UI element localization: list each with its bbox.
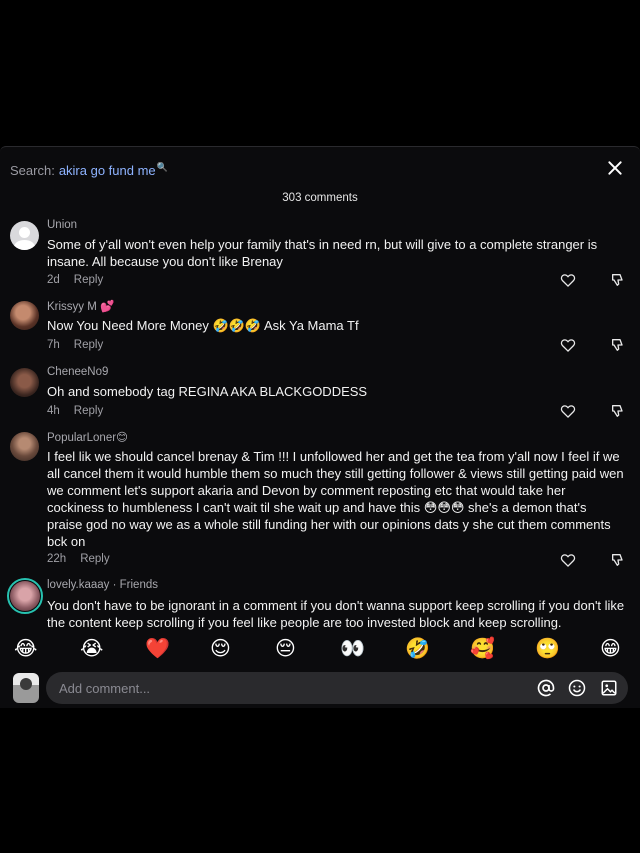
- search-label: Search:: [10, 162, 55, 178]
- thumbs-down-icon[interactable]: [610, 337, 626, 353]
- comment-text: I feel lik we should cancel brenay & Tim…: [47, 449, 624, 549]
- avatar[interactable]: [10, 581, 40, 611]
- reply-button[interactable]: Reply: [74, 339, 103, 351]
- emoji-quick-bar: 😂 😭 ❤️ 😌 😔 👀 🤣 🥰 🙄 😁: [0, 637, 640, 663]
- comment-text: You don't have to be ignorant in a comme…: [47, 598, 625, 630]
- emoji-button[interactable]: ❤️: [145, 637, 170, 661]
- comment-meta: 2d Reply: [47, 274, 103, 286]
- emoji-button[interactable]: 😔: [275, 637, 296, 661]
- thumbs-down-icon[interactable]: [610, 552, 626, 568]
- comment-meta: 22h Reply: [47, 553, 110, 565]
- comment-meta: 4h Reply: [47, 405, 103, 417]
- comment-text: Some of y'all won't even help your famil…: [47, 237, 598, 269]
- smiley-icon[interactable]: [568, 679, 586, 697]
- comments-panel: Search: akira go fund me 🔍 303 comments …: [0, 146, 640, 708]
- emoji-button[interactable]: 👀: [340, 637, 365, 661]
- close-icon[interactable]: [606, 159, 624, 177]
- avatar[interactable]: [10, 432, 39, 461]
- search-header[interactable]: Search: akira go fund me 🔍: [10, 159, 168, 181]
- emoji-button[interactable]: 🥰: [470, 637, 495, 661]
- comment-time: 7h: [47, 339, 60, 351]
- heart-outline-icon[interactable]: [560, 338, 576, 352]
- comment-text: Now You Need More Money 🤣🤣🤣 Ask Ya Mama …: [47, 318, 359, 333]
- heart-outline-icon[interactable]: [560, 404, 576, 418]
- comment-username[interactable]: Krissyy M 💕: [47, 299, 114, 313]
- comment-username[interactable]: PopularLoner😊: [47, 430, 128, 444]
- avatar[interactable]: [10, 221, 39, 250]
- emoji-button[interactable]: 😭: [80, 637, 103, 661]
- self-avatar[interactable]: [13, 673, 39, 703]
- image-icon[interactable]: [600, 679, 618, 697]
- heart-outline-icon[interactable]: [560, 553, 576, 567]
- comment-input-row: [0, 671, 640, 709]
- emoji-button[interactable]: 🤣: [405, 637, 430, 661]
- comment-username[interactable]: CheneeNo9: [47, 366, 108, 378]
- search-query-link[interactable]: akira go fund me: [59, 163, 156, 178]
- reply-button[interactable]: Reply: [80, 553, 109, 565]
- avatar[interactable]: [10, 301, 39, 330]
- emoji-button[interactable]: 🙄: [535, 637, 560, 661]
- heart-outline-icon[interactable]: [560, 273, 576, 287]
- comment-count: 303 comments: [282, 192, 358, 204]
- comment-username[interactable]: Union: [47, 219, 77, 231]
- comment-text: Oh and somebody tag REGINA AKA BLACKGODD…: [47, 384, 368, 399]
- reply-button[interactable]: Reply: [74, 405, 103, 417]
- emoji-button[interactable]: 😌: [210, 637, 231, 661]
- comment-time: 4h: [47, 405, 60, 417]
- comment-username[interactable]: lovely.kaaay · Friends: [47, 579, 158, 591]
- emoji-button[interactable]: 😂: [14, 637, 37, 661]
- search-mini-icon: 🔍: [156, 161, 168, 172]
- reply-button[interactable]: Reply: [74, 274, 103, 286]
- at-icon[interactable]: [537, 679, 555, 697]
- comment-time: 2d: [47, 274, 60, 286]
- comment-time: 22h: [47, 553, 67, 565]
- avatar[interactable]: [10, 368, 39, 397]
- thumbs-down-icon[interactable]: [610, 403, 626, 419]
- emoji-button[interactable]: 😁: [600, 637, 621, 661]
- comment-meta: 7h Reply: [47, 339, 103, 351]
- thumbs-down-icon[interactable]: [610, 272, 626, 288]
